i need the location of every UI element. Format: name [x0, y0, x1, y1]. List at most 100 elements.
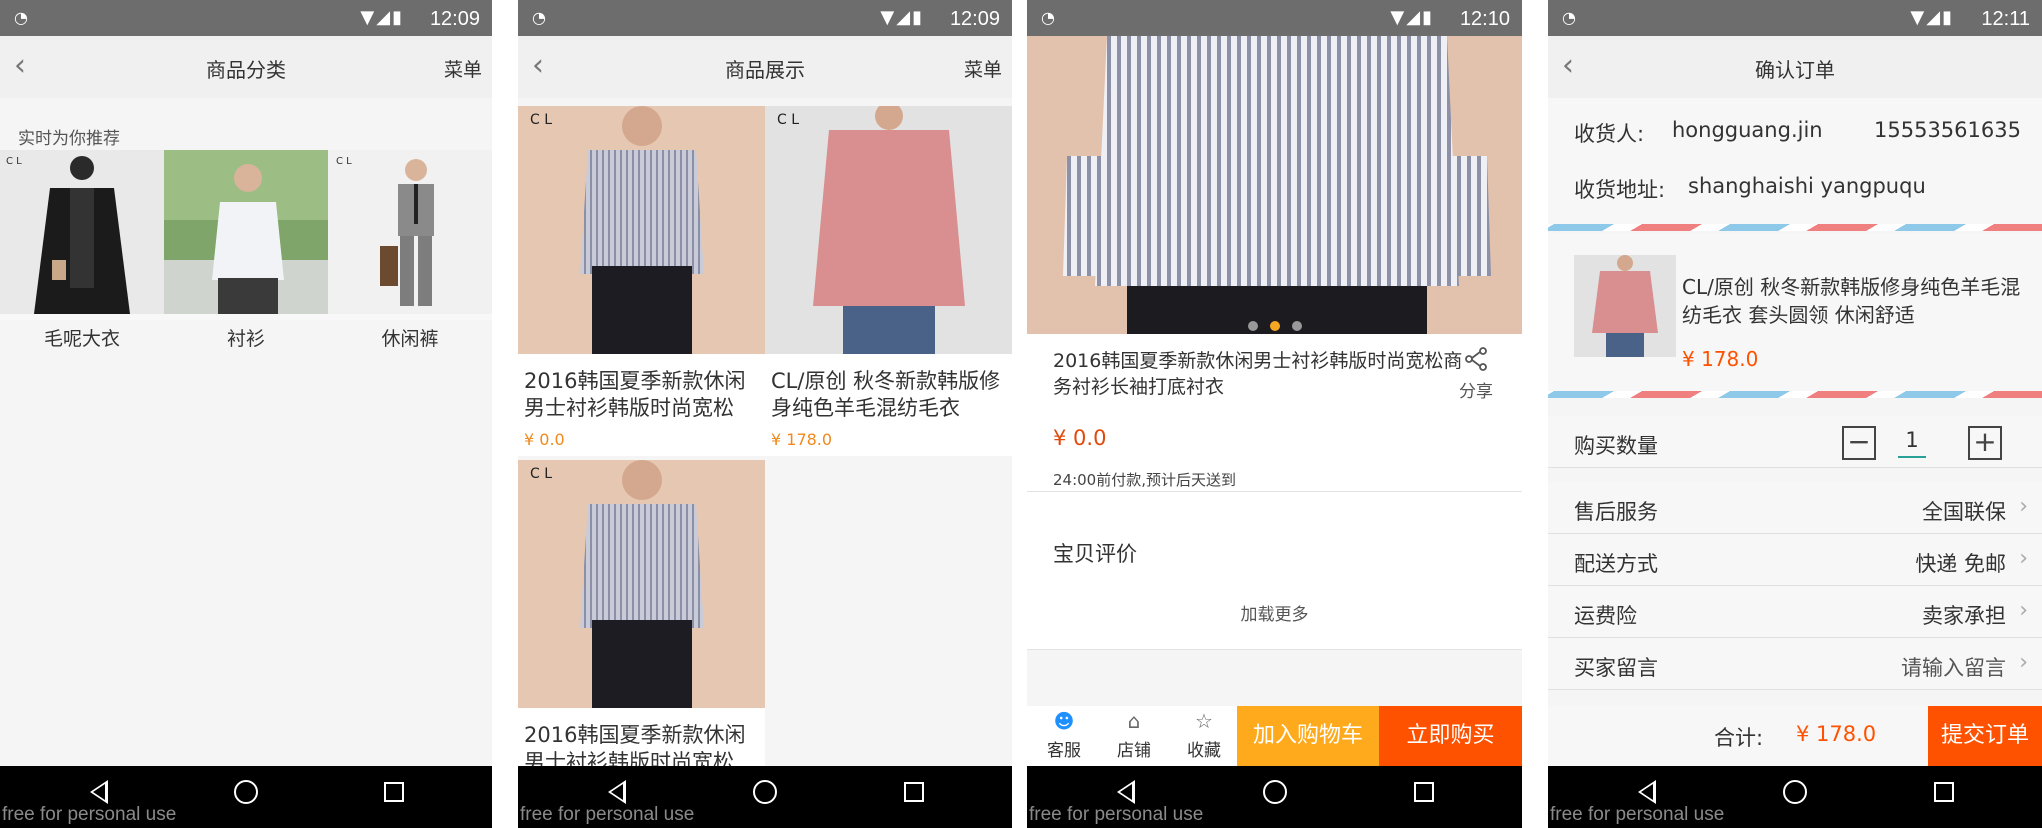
row-label: 配送方式	[1574, 552, 1658, 576]
add-to-cart-button[interactable]: 加入购物车	[1237, 706, 1379, 766]
product-photo-shirt: C L	[518, 460, 765, 708]
category-item-pants[interactable]: C L 休闲裤	[328, 150, 492, 351]
category-item-shirt[interactable]: 衬衫	[164, 150, 328, 351]
load-more-button[interactable]: 加载更多	[1027, 600, 1522, 625]
watermark: free for personal use	[2, 804, 177, 825]
nav-home-icon[interactable]	[1783, 780, 1807, 804]
star-icon: ☆	[1195, 709, 1213, 733]
nav-recents-icon[interactable]	[1414, 782, 1434, 802]
product-tile[interactable]: C L 2016韩国夏季新款休闲男士衬衫韩版时尚宽松	[518, 460, 765, 810]
screen-category: ◔ ▼◢▮ 12:09 ‹ 商品分类 菜单 实时为你推荐 C L 毛呢大衣 衬衫…	[0, 0, 492, 828]
buyer-message-input[interactable]: 请输入留言	[1901, 652, 2006, 682]
screen-products: ◔ ▼◢▮ 12:09 ‹ 商品展示 菜单 C L 2016韩国夏季新款休闲男士…	[518, 0, 1012, 828]
row-value: 全国联保	[1922, 500, 2006, 524]
quantity-increase-button[interactable]: +	[1968, 426, 2002, 460]
svg-text:C L: C L	[530, 466, 552, 482]
system-nav-bar: free for personal use	[0, 766, 492, 828]
product-tile[interactable]: C L CL/原创 秋冬新款韩版修身纯色羊毛混纺毛衣 ¥ 178.0	[765, 106, 1012, 456]
category-list: C L 毛呢大衣 衬衫 C L 休闲裤	[0, 150, 492, 350]
submit-order-button[interactable]: 提交订单	[1928, 706, 2042, 766]
menu-button[interactable]: 菜单	[964, 55, 1002, 82]
nav-recents-icon[interactable]	[384, 782, 404, 802]
nav-home-icon[interactable]	[234, 780, 258, 804]
page-title: 商品分类	[206, 58, 286, 82]
page-title: 确认订单	[1755, 58, 1835, 82]
nav-back-icon[interactable]	[1638, 780, 1656, 804]
menu-button[interactable]: 菜单	[444, 55, 482, 82]
airmail-divider	[1548, 224, 2042, 231]
svg-text:C L: C L	[530, 112, 552, 128]
receiver-phone: 15553561635	[1874, 118, 2021, 142]
app-bar: ‹ 确认订单	[1548, 36, 2042, 98]
nav-recents-icon[interactable]	[1934, 782, 1954, 802]
product-info-card: 2016韩国夏季新款休闲男士衬衫韩版时尚宽松商务衬衫长袖打底衬衣 分享 ¥ 0.…	[1027, 334, 1522, 492]
shipping-row[interactable]: 配送方式 快递 免邮 ›	[1548, 534, 2042, 586]
signal-battery-icon: ▼◢▮	[880, 7, 924, 28]
nav-back-icon[interactable]	[608, 780, 626, 804]
wifi-icon: ◔	[14, 8, 28, 27]
wifi-icon: ◔	[1562, 8, 1576, 27]
wifi-icon: ◔	[1041, 8, 1055, 27]
chevron-right-icon: ›	[2019, 546, 2028, 571]
system-nav-bar: free for personal use	[518, 766, 1012, 828]
coat-photo: C L	[0, 150, 164, 314]
store-icon: ⌂	[1127, 709, 1141, 733]
customer-service-button[interactable]: ☻ 客服	[1033, 706, 1095, 766]
nav-recents-icon[interactable]	[904, 782, 924, 802]
quantity-value[interactable]: 1	[1898, 428, 1926, 458]
status-time: 12:11	[1981, 8, 2030, 30]
pants-photo: C L	[328, 150, 492, 314]
receiver-label: 收货人:	[1574, 122, 1645, 146]
signal-battery-icon: ▼◢▮	[360, 7, 404, 28]
nav-back-icon[interactable]	[1117, 780, 1135, 804]
buyer-message-row[interactable]: 买家留言 请输入留言 ›	[1548, 638, 2042, 690]
carousel-dot[interactable]	[1291, 321, 1302, 331]
system-nav-bar: free for personal use	[1548, 766, 2042, 828]
buy-now-button[interactable]: 立即购买	[1379, 706, 1522, 766]
order-item-name: CL/原创 秋冬新款韩版修身纯色羊毛混纺毛衣 套头圆领 休闲舒适	[1682, 275, 2021, 327]
screen-order: ◔ ▼◢▮ 12:11 ‹ 确认订单 收货人: hongguang.jin 15…	[1548, 0, 2042, 828]
product-tile[interactable]: C L 2016韩国夏季新款休闲男士衬衫韩版时尚宽松 ¥ 0.0	[518, 106, 765, 456]
after-sale-row[interactable]: 售后服务 全国联保 ›	[1548, 482, 2042, 534]
nav-home-icon[interactable]	[753, 780, 777, 804]
review-section: 宝贝评价 加载更多	[1027, 492, 1522, 650]
store-button[interactable]: ⌂ 店铺	[1103, 706, 1165, 766]
chevron-right-icon: ›	[2019, 650, 2028, 675]
carousel-dot[interactable]	[1247, 321, 1258, 331]
page-title: 商品展示	[725, 58, 805, 82]
favorite-label: 收藏	[1187, 741, 1221, 761]
category-label: 休闲裤	[381, 328, 439, 350]
status-time: 12:09	[949, 8, 1000, 30]
review-title: 宝贝评价	[1053, 542, 1137, 566]
smile-icon: ☻	[1053, 709, 1075, 733]
address-section[interactable]: 收货人: hongguang.jin 15553561635 收货地址: sha…	[1548, 98, 2042, 226]
category-item-coat[interactable]: C L 毛呢大衣	[0, 150, 164, 351]
status-bar: ◔ ▼◢▮ 12:10	[1027, 0, 1522, 36]
quantity-decrease-button[interactable]: −	[1842, 426, 1876, 460]
row-label: 售后服务	[1574, 500, 1658, 524]
chevron-right-icon: ›	[2019, 598, 2028, 623]
favorite-button[interactable]: ☆ 收藏	[1173, 706, 1235, 766]
status-time: 12:10	[1459, 8, 1510, 30]
signal-battery-icon: ▼◢▮	[1390, 7, 1434, 28]
svg-text:C L: C L	[336, 156, 352, 167]
product-image-carousel[interactable]	[1027, 36, 1522, 334]
nav-back-icon[interactable]	[90, 780, 108, 804]
order-item-thumbnail	[1574, 255, 1676, 357]
row-label: 运费险	[1574, 604, 1637, 628]
store-label: 店铺	[1117, 741, 1151, 761]
share-button[interactable]: 分享	[1454, 346, 1498, 402]
status-time: 12:09	[429, 8, 480, 30]
product-name: CL/原创 秋冬新款韩版修身纯色羊毛混纺毛衣	[771, 369, 1001, 420]
customer-service-label: 客服	[1047, 741, 1081, 761]
nav-home-icon[interactable]	[1262, 780, 1287, 804]
product-name: 2016韩国夏季新款休闲男士衬衫韩版时尚宽松	[524, 369, 746, 420]
freight-insurance-row[interactable]: 运费险 卖家承担 ›	[1548, 586, 2042, 638]
signal-battery-icon: ▼◢▮	[1910, 7, 1954, 28]
order-item: CL/原创 秋冬新款韩版修身纯色羊毛混纺毛衣 套头圆领 休闲舒适 ¥ 178.0	[1548, 233, 2042, 391]
carousel-dot-active[interactable]	[1269, 321, 1280, 331]
airmail-divider	[1548, 391, 2042, 398]
receiver-name: hongguang.jin	[1672, 118, 1823, 142]
status-bar: ◔ ▼◢▮ 12:11	[1548, 0, 2042, 36]
svg-text:C L: C L	[777, 112, 799, 128]
